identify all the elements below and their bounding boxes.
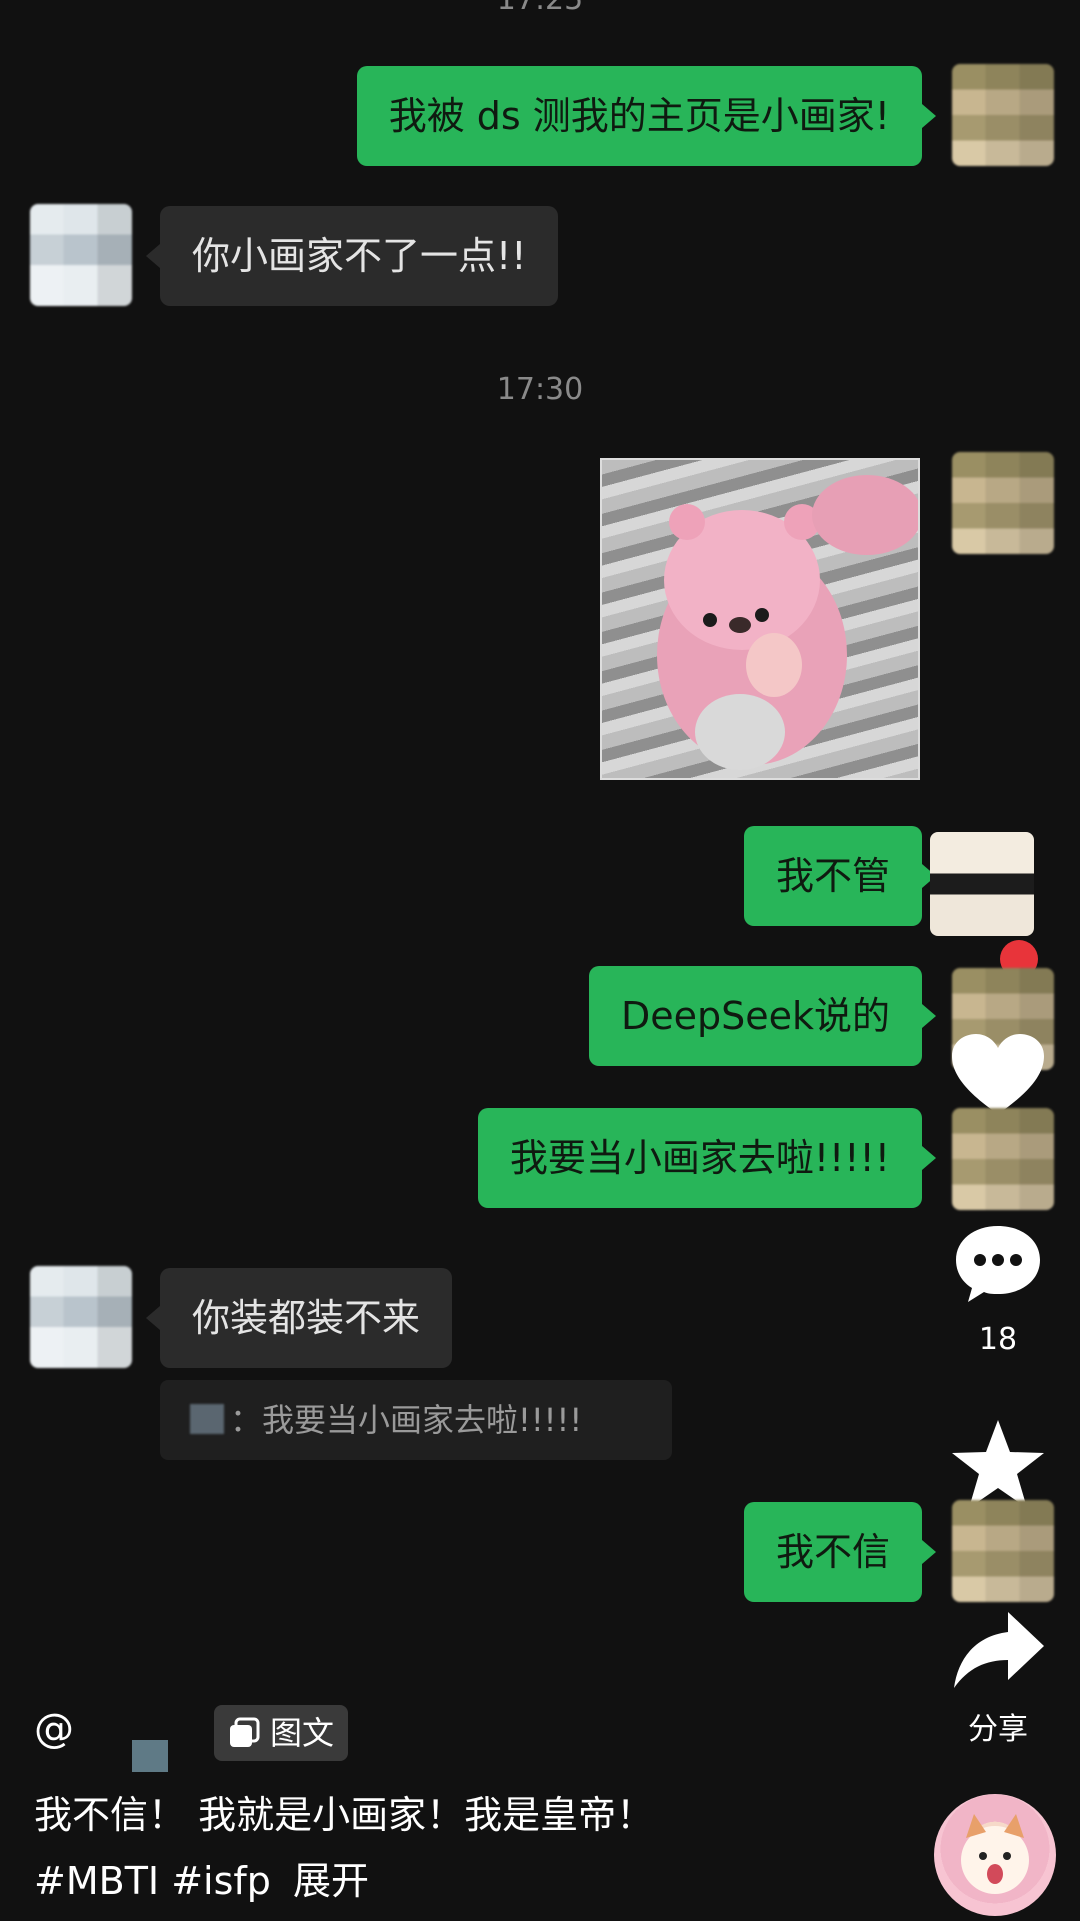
type-tag-label: 图文 [270, 1714, 335, 1752]
my-avatar[interactable] [952, 452, 1054, 554]
music-disc-avatar[interactable] [934, 1794, 1056, 1916]
post-hashtags[interactable]: #MBTI #isfp [34, 1859, 271, 1903]
cat-icon [961, 1814, 1029, 1894]
contact-avatar[interactable] [30, 204, 132, 306]
message-bubble-6[interactable]: 我要当小画家去啦!!!!! [477, 1108, 937, 1208]
at-symbol: @ [34, 1706, 74, 1752]
star-icon[interactable] [950, 1418, 1046, 1510]
quoted-text: ：我要当小画家去啦!!!!! [230, 1401, 583, 1439]
overlay-avatar[interactable] [930, 832, 1034, 936]
heart-icon[interactable] [950, 1032, 1046, 1118]
share-label[interactable]: 分享 [938, 1704, 1058, 1748]
image-text-icon [230, 1717, 260, 1747]
timestamp-middle: 17:30 [496, 372, 584, 407]
comment-icon[interactable] [952, 1222, 1044, 1306]
my-avatar[interactable] [952, 1108, 1054, 1210]
comment-count: 18 [978, 1322, 1018, 1357]
message-bubble-2[interactable]: 你小画家不了一点!! [145, 206, 559, 306]
message-bubble-5[interactable]: DeepSeek说的 [588, 966, 937, 1066]
sticker-image[interactable] [600, 458, 920, 780]
quoted-sender-avatar [190, 1404, 224, 1434]
share-icon[interactable] [950, 1608, 1046, 1692]
quoted-reply[interactable]: ：我要当小画家去啦!!!!! [160, 1380, 672, 1460]
expand-button[interactable]: 展开 [293, 1859, 369, 1903]
pink-beaver-sticker [657, 475, 918, 770]
post-caption: 我不信！ 我就是小画家！我是皇帝！ [34, 1793, 655, 1837]
contact-avatar[interactable] [30, 1266, 132, 1368]
message-bubble-7[interactable]: 你装都装不来 [145, 1268, 453, 1368]
message-bubble-9[interactable]: 我不信 [743, 1502, 937, 1602]
type-tag[interactable]: 图文 [214, 1705, 349, 1761]
post-hashtags-line: #MBTI #isfp 展开 [34, 1850, 369, 1905]
author-name-redacted[interactable] [132, 1740, 168, 1772]
timestamp-top: 17:25 [440, 0, 640, 17]
my-avatar[interactable] [952, 64, 1054, 166]
message-bubble-4[interactable]: 我不管 [743, 826, 937, 926]
my-avatar[interactable] [952, 1500, 1054, 1602]
message-bubble-1[interactable]: 我被 ds 测我的主页是小画家! [356, 66, 937, 166]
